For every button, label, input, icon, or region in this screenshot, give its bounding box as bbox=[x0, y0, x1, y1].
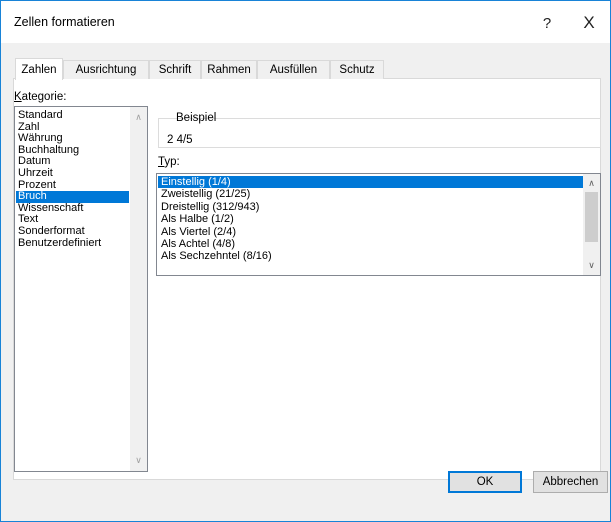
kategorie-listbox[interactable]: Standard Zahl Währung Buchhaltung Datum … bbox=[14, 106, 148, 472]
kategorie-scrollbar[interactable]: ∧ ∨ bbox=[130, 107, 147, 471]
typ-item-halbe[interactable]: Als Halbe (1/2) bbox=[158, 213, 583, 225]
title-bar[interactable]: Zellen formatieren ? X bbox=[1, 1, 610, 43]
typ-listbox[interactable]: Einstellig (1/4) Zweistellig (21/25) Dre… bbox=[156, 173, 601, 276]
tab-schutz[interactable]: Schutz bbox=[330, 60, 384, 79]
cancel-button[interactable]: Abbrechen bbox=[533, 471, 608, 493]
typ-item-sechzehntel[interactable]: Als Sechzehntel (8/16) bbox=[158, 250, 583, 262]
tab-zahlen[interactable]: Zahlen bbox=[15, 58, 63, 80]
scroll-thumb[interactable] bbox=[585, 192, 598, 242]
tab-ausrichtung[interactable]: Ausrichtung bbox=[63, 60, 149, 79]
list-item-standard[interactable]: Standard bbox=[16, 109, 129, 122]
typ-item-einstellig[interactable]: Einstellig (1/4) bbox=[158, 176, 583, 189]
typ-label: Typ: bbox=[158, 156, 180, 168]
list-item-uhrzeit[interactable]: Uhrzeit bbox=[16, 167, 129, 180]
beispiel-value: 2 4/5 bbox=[167, 134, 193, 146]
ok-button[interactable]: OK bbox=[448, 471, 522, 493]
format-cells-dialog: Zellen formatieren ? X Zahlen Ausrichtun… bbox=[0, 0, 611, 522]
list-item-benutzerdefiniert[interactable]: Benutzerdefiniert bbox=[16, 237, 129, 250]
typ-scrollbar[interactable]: ∧ ∨ bbox=[583, 174, 600, 275]
dialog-title: Zellen formatieren bbox=[14, 15, 115, 29]
typ-item-achtel[interactable]: Als Achtel (4/8) bbox=[158, 238, 583, 250]
typ-item-zweistellig[interactable]: Zweistellig (21/25) bbox=[158, 188, 583, 200]
beispiel-group bbox=[158, 118, 601, 148]
close-button[interactable]: X bbox=[569, 9, 609, 37]
list-item-sonderformat[interactable]: Sonderformat bbox=[16, 225, 129, 238]
tab-schrift[interactable]: Schrift bbox=[149, 60, 201, 79]
tab-ausfuellen[interactable]: Ausfüllen bbox=[257, 60, 330, 79]
typ-item-dreistellig[interactable]: Dreistellig (312/943) bbox=[158, 201, 583, 213]
scroll-up-icon[interactable]: ∧ bbox=[583, 175, 600, 192]
scroll-down-icon[interactable]: ∨ bbox=[583, 257, 600, 274]
beispiel-label: Beispiel bbox=[176, 112, 217, 124]
tab-rahmen[interactable]: Rahmen bbox=[201, 60, 257, 79]
scroll-down-icon[interactable]: ∨ bbox=[130, 452, 147, 469]
kategorie-label: Kategorie: bbox=[14, 91, 67, 103]
help-button[interactable]: ? bbox=[527, 9, 567, 37]
scroll-up-icon[interactable]: ∧ bbox=[130, 109, 147, 126]
typ-item-viertel[interactable]: Als Viertel (2/4) bbox=[158, 226, 583, 238]
